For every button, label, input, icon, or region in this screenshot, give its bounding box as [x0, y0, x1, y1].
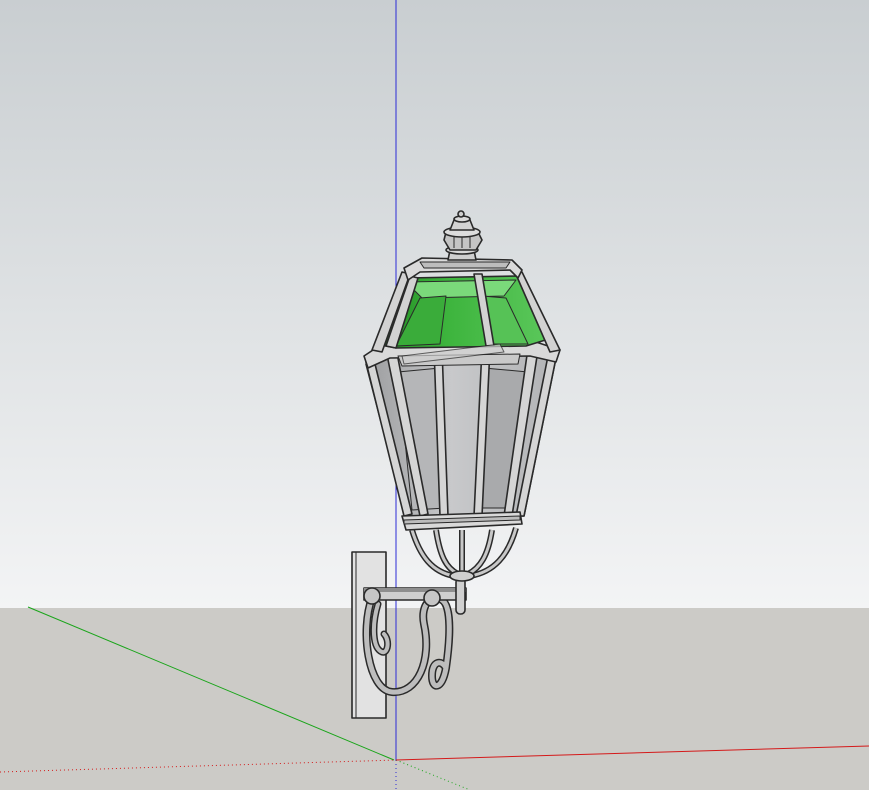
viewport-canvas[interactable] — [0, 0, 869, 790]
ground-plane — [0, 608, 869, 790]
3d-viewport[interactable] — [0, 0, 869, 790]
